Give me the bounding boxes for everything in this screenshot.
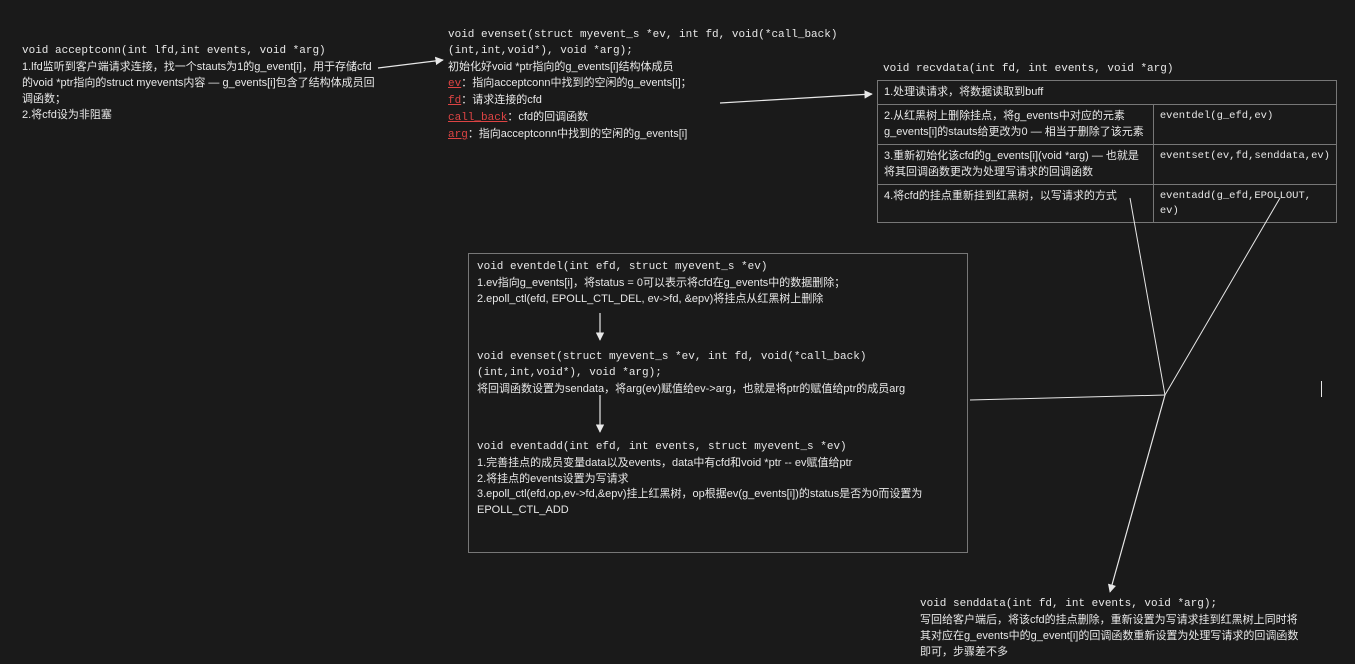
fan-line-2 xyxy=(1165,198,1280,395)
eventadd-l1: 1.完善挂点的成员变量data以及events，data中有cfd和void *… xyxy=(477,456,959,472)
eventdel-sig: void eventdel(int efd, struct myevent_s … xyxy=(477,260,959,276)
fan-line-1 xyxy=(1130,198,1165,395)
recvdata-row4a: 4.将cfd的挂点重新挂到红黑树，以写请求的方式 xyxy=(878,184,1154,222)
evenset-ev-row: ev：指向acceptconn中找到的空闲的g_events[i]； xyxy=(448,76,868,93)
recvdata-block: void recvdata(int fd, int events, void *… xyxy=(877,62,1337,223)
text-cursor xyxy=(1321,381,1322,397)
evenset-sig: void evenset(struct myevent_s *ev, int f… xyxy=(448,28,868,60)
table-row: 2.从红黑树上删除挂点，将g_events中对应的元素g_events[i]的s… xyxy=(878,105,1337,145)
eventdel-l1: 1.ev指向g_events[i]，将status = 0可以表示将cfd在g_… xyxy=(477,276,959,292)
evenset-cb-row: call_back：cfd的回调函数 xyxy=(448,110,868,127)
evenset2-l1: 将回调函数设置为sendata，将arg(ev)赋值给ev->arg，也就是将p… xyxy=(477,382,959,398)
acceptconn-line2: 2.将cfd设为非阻塞 xyxy=(22,108,377,124)
recvdata-row3b: eventset(ev,fd,senddata,ev) xyxy=(1153,145,1336,185)
acceptconn-block: void acceptconn(int lfd,int events, void… xyxy=(22,44,377,124)
eventadd-sig: void eventadd(int efd, int events, struc… xyxy=(477,440,959,456)
senddata-sig: void senddata(int fd, int events, void *… xyxy=(920,597,1300,613)
evenset-fd-row: fd：请求连接的cfd xyxy=(448,93,868,110)
table-row: 1.处理读请求，将数据读取到buff xyxy=(878,80,1337,104)
recvdata-row1: 1.处理读请求，将数据读取到buff xyxy=(878,80,1337,104)
evenset-cb-text: ：cfd的回调函数 xyxy=(507,111,588,123)
table-row: 3.重新初始化该cfd的g_events[i](void *arg) — 也就是… xyxy=(878,145,1337,185)
eventadd-l2: 2.将挂点的events设置为写请求 xyxy=(477,472,959,488)
evenset-arg-label: arg xyxy=(448,129,468,141)
arrow-acceptconn-evenset xyxy=(378,60,443,68)
evenset-fd-text: ：请求连接的cfd xyxy=(461,94,542,106)
eventdel-l2: 2.epoll_ctl(efd, EPOLL_CTL_DEL, ev->fd, … xyxy=(477,292,959,308)
evenset-sub: 初始化好void *ptr指向的g_events[i]结构体成员 xyxy=(448,60,868,76)
recvdata-table: 1.处理读请求，将数据读取到buff 2.从红黑树上删除挂点，将g_events… xyxy=(877,80,1337,223)
evenset-arg-text: ：指向acceptconn中找到的空闲的g_events[i] xyxy=(468,128,687,140)
senddata-block: void senddata(int fd, int events, void *… xyxy=(920,597,1300,661)
recvdata-row3a: 3.重新初始化该cfd的g_events[i](void *arg) — 也就是… xyxy=(878,145,1154,185)
acceptconn-line1: 1.lfd监听到客户端请求连接，找一个stauts为1的g_event[i]，用… xyxy=(22,60,377,108)
evenset-ev-label: ev xyxy=(448,78,461,90)
evenset2-sig: void evenset(struct myevent_s *ev, int f… xyxy=(477,350,959,382)
recvdata-row4b: eventadd(g_efd,EPOLLOUT, ev) xyxy=(1153,184,1336,222)
recvdata-row2b: eventdel(g_efd,ev) xyxy=(1153,105,1336,145)
evenset-fd-label: fd xyxy=(448,95,461,107)
recvdata-row2a: 2.从红黑树上删除挂点，将g_events中对应的元素g_events[i]的s… xyxy=(878,105,1154,145)
acceptconn-sig: void acceptconn(int lfd,int events, void… xyxy=(22,44,377,60)
evenset2-section: void evenset(struct myevent_s *ev, int f… xyxy=(477,350,959,398)
table-row: 4.将cfd的挂点重新挂到红黑树，以写请求的方式 eventadd(g_efd,… xyxy=(878,184,1337,222)
arrow-to-senddata xyxy=(1110,395,1165,592)
detail-block: void eventdel(int efd, struct myevent_s … xyxy=(468,253,968,553)
evenset-ev-text: ：指向acceptconn中找到的空闲的g_events[i]； xyxy=(461,77,691,89)
eventdel-section: void eventdel(int efd, struct myevent_s … xyxy=(477,260,959,308)
evenset-block: void evenset(struct myevent_s *ev, int f… xyxy=(448,28,868,144)
diagram-canvas: void acceptconn(int lfd,int events, void… xyxy=(0,0,1355,664)
recvdata-sig: void recvdata(int fd, int events, void *… xyxy=(883,62,1337,78)
eventadd-section: void eventadd(int efd, int events, struc… xyxy=(477,440,959,520)
fan-line-3 xyxy=(970,395,1165,400)
evenset-cb-label: call_back xyxy=(448,112,507,124)
evenset-arg-row: arg：指向acceptconn中找到的空闲的g_events[i] xyxy=(448,127,868,144)
senddata-l1: 写回给客户端后，将该cfd的挂点删除，重新设置为写请求挂到红黑树上同时将其对应在… xyxy=(920,613,1300,661)
eventadd-l3: 3.epoll_ctl(efd,op,ev->fd,&epv)挂上红黑树，op根… xyxy=(477,487,959,519)
